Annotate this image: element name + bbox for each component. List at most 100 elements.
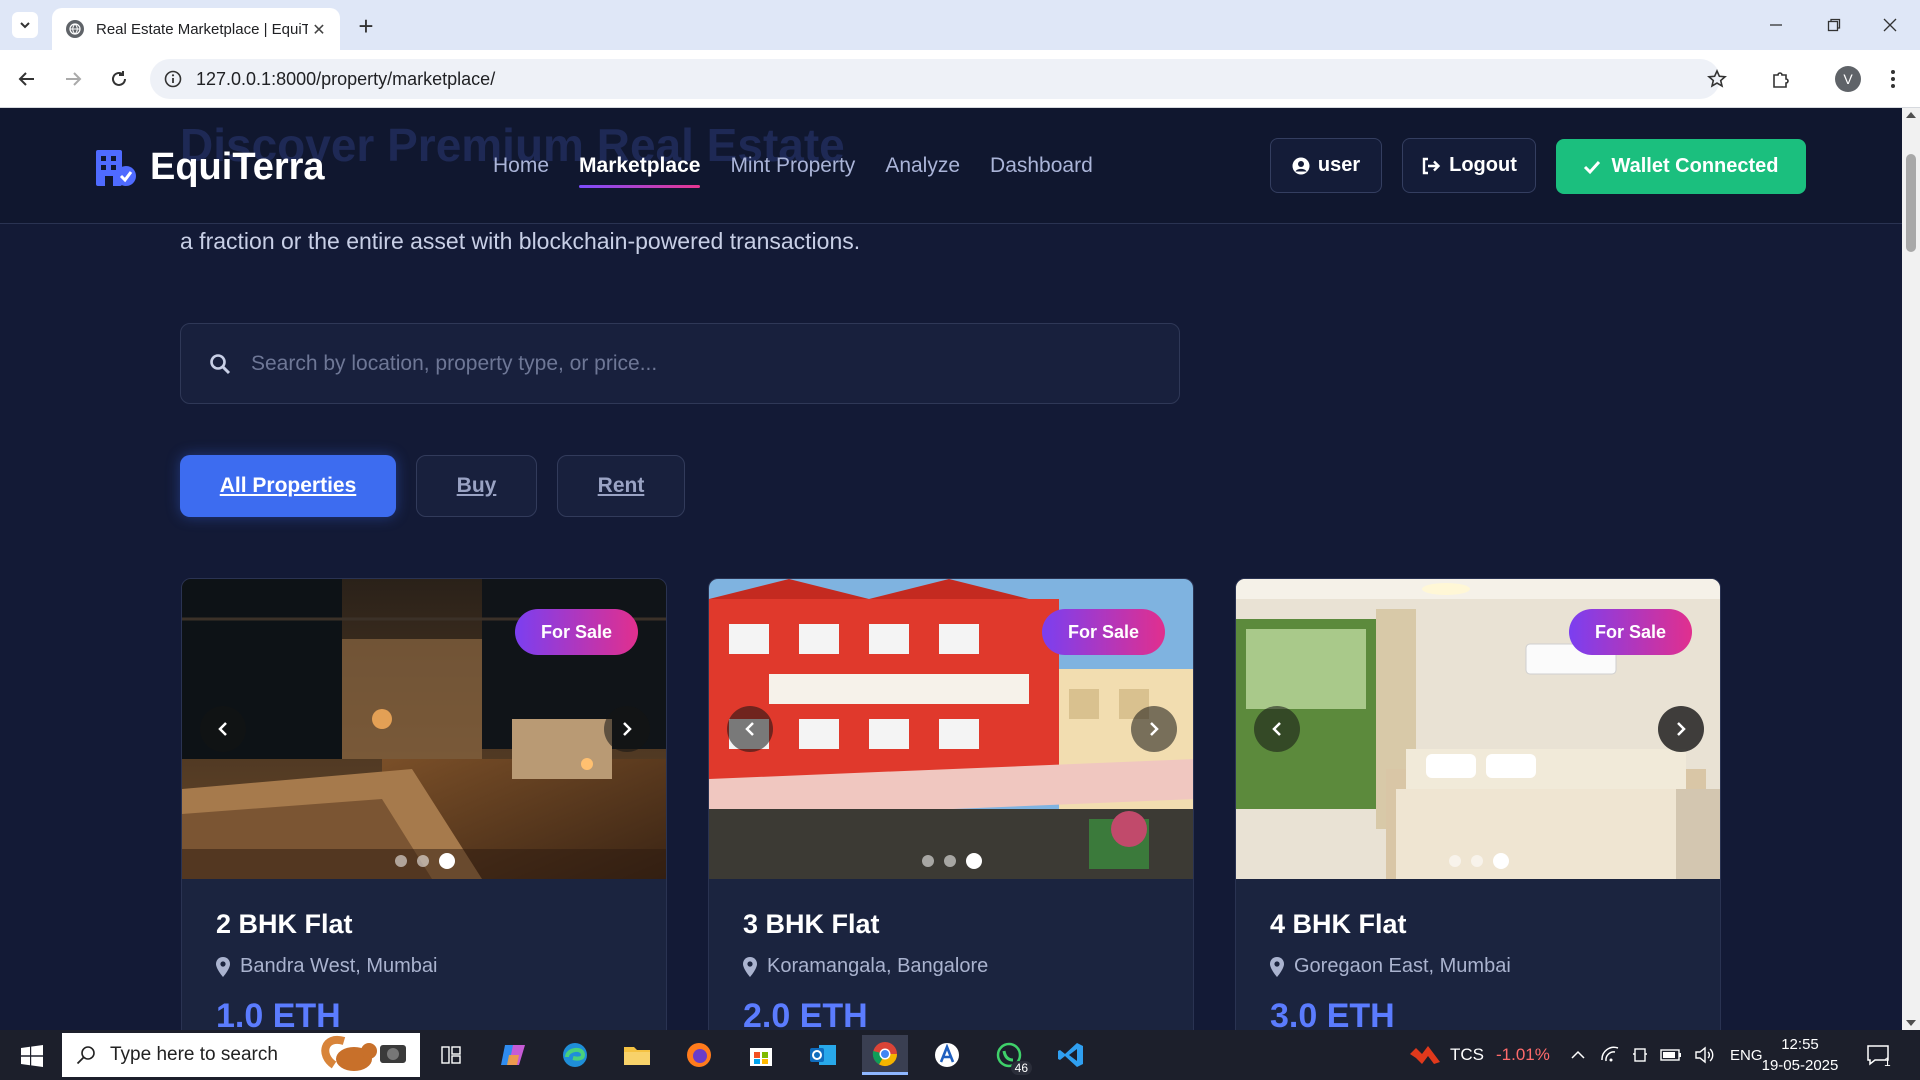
nav-analyze[interactable]: Analyze bbox=[885, 154, 960, 188]
site-header: Discover Premium Real Estate EquiTerra H… bbox=[0, 108, 1902, 224]
windows-logo-icon bbox=[21, 1045, 43, 1067]
nav-home[interactable]: Home bbox=[493, 154, 549, 188]
taskbar-chrome[interactable] bbox=[862, 1035, 908, 1075]
carousel-dot-active[interactable] bbox=[966, 853, 982, 869]
search-input[interactable]: Search by location, property type, or pr… bbox=[180, 323, 1180, 404]
filter-buy[interactable]: Buy bbox=[416, 455, 537, 517]
carousel-prev-button[interactable] bbox=[1254, 706, 1300, 752]
carousel-dot[interactable] bbox=[922, 855, 934, 867]
carousel-prev-button[interactable] bbox=[727, 706, 773, 752]
logout-button[interactable]: Logout bbox=[1402, 138, 1536, 193]
url-text[interactable]: 127.0.0.1:8000/property/marketplace/ bbox=[196, 69, 495, 90]
carousel-indicators bbox=[709, 853, 1193, 869]
forward-button[interactable] bbox=[58, 64, 88, 94]
reload-button[interactable] bbox=[104, 64, 134, 94]
store-icon bbox=[750, 1048, 772, 1066]
carousel-next-button[interactable] bbox=[1131, 706, 1177, 752]
carousel-dot-active[interactable] bbox=[439, 853, 455, 869]
property-card[interactable]: For Sale 2 BHK Flat Bandra West, Mumbai … bbox=[181, 578, 667, 1030]
restore-button[interactable] bbox=[1814, 8, 1854, 42]
brand-logo[interactable]: EquiTerra bbox=[94, 146, 325, 189]
close-window-button[interactable] bbox=[1870, 8, 1910, 42]
close-icon bbox=[1883, 18, 1897, 32]
taskbar-outlook[interactable] bbox=[800, 1035, 846, 1075]
restore-icon bbox=[1827, 18, 1841, 32]
task-view-button[interactable] bbox=[428, 1035, 474, 1075]
taskbar-vscode[interactable] bbox=[1048, 1035, 1094, 1075]
carousel-next-button[interactable] bbox=[604, 706, 650, 752]
carousel-dot-active[interactable] bbox=[1493, 853, 1509, 869]
chevron-left-icon bbox=[1272, 722, 1281, 736]
scroll-up-arrow[interactable] bbox=[1906, 112, 1916, 118]
address-bar[interactable]: 127.0.0.1:8000/property/marketplace/ bbox=[150, 59, 1720, 99]
minimize-button[interactable] bbox=[1756, 8, 1796, 42]
filter-all-properties[interactable]: All Properties bbox=[180, 455, 396, 517]
more-vertical-icon bbox=[1891, 70, 1895, 88]
property-card[interactable]: For Sale 3 BHK Flat Koramangala, Bangalo… bbox=[708, 578, 1194, 1030]
app-a-icon bbox=[935, 1043, 959, 1067]
taskbar-search-input[interactable]: Type here to search bbox=[62, 1033, 420, 1077]
taskbar-firefox[interactable] bbox=[676, 1035, 722, 1075]
notification-center-button[interactable]: 1 bbox=[1866, 1030, 1891, 1080]
taskbar-store[interactable] bbox=[738, 1035, 784, 1075]
scroll-down-arrow[interactable] bbox=[1906, 1020, 1916, 1026]
property-title: 2 BHK Flat bbox=[216, 909, 353, 939]
property-price: 2.0 ETH bbox=[743, 997, 868, 1030]
language-indicator[interactable]: ENG bbox=[1730, 1047, 1763, 1064]
device-icon[interactable] bbox=[1632, 1046, 1648, 1064]
main-nav: Home Marketplace Mint Property Analyze D… bbox=[493, 154, 1123, 188]
map-pin-icon bbox=[216, 956, 230, 977]
search-highlight-squirrel-icon bbox=[321, 1035, 406, 1071]
browser-menu-button[interactable] bbox=[1878, 64, 1908, 94]
bookmark-button[interactable] bbox=[1702, 64, 1732, 94]
stock-chart-icon bbox=[1410, 1046, 1440, 1064]
start-button[interactable] bbox=[8, 1036, 56, 1076]
wallet-connected-button[interactable]: Wallet Connected bbox=[1556, 139, 1806, 194]
stock-change: -1.01% bbox=[1496, 1045, 1550, 1064]
taskbar-file-explorer[interactable] bbox=[614, 1035, 660, 1075]
browser-tab-strip: Real Estate Marketplace | EquiTerra ✕ + bbox=[0, 0, 1920, 50]
new-tab-button[interactable]: + bbox=[352, 11, 380, 41]
taskbar-clock[interactable]: 12:55 19-05-2025 bbox=[1760, 1034, 1840, 1076]
extensions-button[interactable] bbox=[1766, 64, 1796, 94]
carousel-dot[interactable] bbox=[944, 855, 956, 867]
site-info-icon[interactable] bbox=[164, 70, 182, 88]
sale-badge: For Sale bbox=[514, 609, 638, 655]
nav-dashboard[interactable]: Dashboard bbox=[990, 154, 1093, 188]
browser-tab-active[interactable]: Real Estate Marketplace | EquiTerra ✕ bbox=[52, 8, 340, 50]
taskbar-whatsapp[interactable]: 46 bbox=[986, 1035, 1032, 1075]
stock-widget[interactable]: TCS -1.01% bbox=[1408, 1030, 1550, 1080]
volume-icon[interactable] bbox=[1694, 1046, 1714, 1064]
property-location: Bandra West, Mumbai bbox=[216, 955, 438, 978]
filter-rent[interactable]: Rent bbox=[557, 455, 685, 517]
carousel-dot[interactable] bbox=[1471, 855, 1483, 867]
wifi-icon[interactable] bbox=[1600, 1046, 1620, 1064]
back-button[interactable] bbox=[12, 64, 42, 94]
chevron-up-icon[interactable] bbox=[1570, 1050, 1586, 1060]
chevron-right-icon bbox=[1677, 722, 1686, 736]
carousel-dot[interactable] bbox=[1449, 855, 1461, 867]
carousel-dot[interactable] bbox=[417, 855, 429, 867]
carousel-prev-button[interactable] bbox=[200, 706, 246, 752]
taskbar-app-a[interactable] bbox=[924, 1035, 970, 1075]
firefox-icon bbox=[687, 1043, 711, 1067]
user-button-label: user bbox=[1317, 154, 1361, 176]
taskbar-copilot[interactable] bbox=[490, 1035, 536, 1075]
tab-search-button[interactable] bbox=[12, 12, 38, 38]
profile-avatar[interactable]: V bbox=[1835, 66, 1861, 92]
property-location-text: Koramangala, Bangalore bbox=[767, 955, 989, 977]
property-title: 4 BHK Flat bbox=[1270, 909, 1407, 939]
outlook-icon bbox=[810, 1045, 836, 1065]
carousel-next-button[interactable] bbox=[1658, 706, 1704, 752]
page-scrollbar[interactable] bbox=[1902, 108, 1920, 1030]
battery-icon[interactable] bbox=[1660, 1048, 1682, 1062]
close-tab-icon[interactable]: ✕ bbox=[308, 18, 330, 40]
notification-count: 1 bbox=[1884, 1055, 1891, 1069]
taskbar-edge[interactable] bbox=[552, 1035, 598, 1075]
nav-marketplace[interactable]: Marketplace bbox=[579, 154, 701, 188]
nav-mint-property[interactable]: Mint Property bbox=[730, 154, 855, 188]
property-card[interactable]: For Sale 4 BHK Flat Goregaon East, Mumba… bbox=[1235, 578, 1721, 1030]
carousel-dot[interactable] bbox=[395, 855, 407, 867]
user-button[interactable]: user bbox=[1270, 138, 1382, 193]
scrollbar-thumb[interactable] bbox=[1906, 154, 1916, 252]
